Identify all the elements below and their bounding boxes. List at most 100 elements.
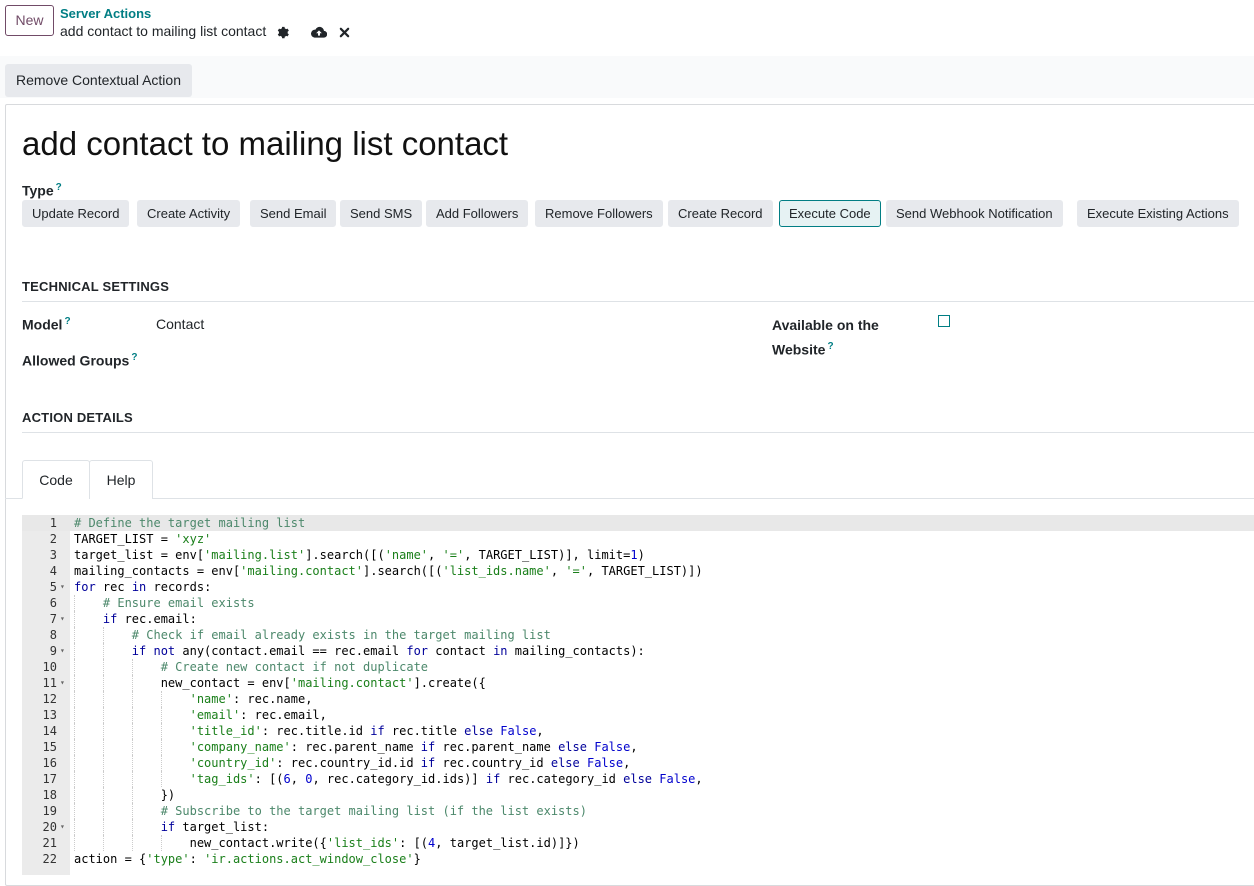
allowed-groups-label: Allowed Groups? bbox=[22, 352, 137, 369]
code-line[interactable]: 7 ▾ if rec.email: bbox=[22, 611, 1254, 627]
record-title[interactable]: add contact to mailing list contact bbox=[22, 125, 508, 163]
type-send-webhook[interactable]: Send Webhook Notification bbox=[886, 200, 1063, 227]
code-line[interactable]: 16 'country_id': rec.country_id.id if re… bbox=[22, 755, 1254, 771]
type-send-email[interactable]: Send Email bbox=[250, 200, 337, 227]
gear-icon[interactable] bbox=[276, 26, 289, 39]
type-remove-followers[interactable]: Remove Followers bbox=[535, 200, 663, 227]
indent-guide bbox=[160, 691, 162, 707]
line-number: 5 bbox=[49, 580, 57, 594]
line-number: 19 bbox=[42, 804, 57, 818]
line-number: 3 bbox=[49, 548, 57, 562]
indent-guide bbox=[74, 787, 75, 803]
code-text: if not any(contact.email == rec.email fo… bbox=[131, 644, 645, 658]
allowed-groups-help-icon[interactable]: ? bbox=[131, 352, 137, 363]
website-label: Available on the Website? bbox=[772, 315, 879, 361]
code-line[interactable]: 20 ▾ if target_list: bbox=[22, 819, 1254, 835]
allowed-groups-label-text: Allowed Groups bbox=[22, 352, 130, 369]
indent-guide bbox=[131, 803, 133, 819]
indent-guide bbox=[131, 771, 133, 787]
code-text: # Subscribe to the target mailing list (… bbox=[160, 804, 587, 818]
line-number: 8 bbox=[49, 628, 57, 642]
indent-guide bbox=[131, 787, 133, 803]
indent-guide bbox=[131, 675, 133, 691]
code-line[interactable]: 2 TARGET_LIST = 'xyz' bbox=[22, 531, 1254, 547]
model-value[interactable]: Contact bbox=[156, 316, 204, 332]
code-line[interactable]: 5 ▾ for rec in records: bbox=[22, 579, 1254, 595]
line-number: 22 bbox=[42, 852, 57, 866]
fold-toggle-icon[interactable]: ▾ bbox=[60, 611, 65, 627]
fold-toggle-icon[interactable]: ▾ bbox=[60, 643, 65, 659]
tab-code[interactable]: Code bbox=[22, 460, 90, 499]
indent-guide bbox=[74, 643, 75, 659]
type-help-icon[interactable]: ? bbox=[56, 182, 62, 193]
fold-toggle-icon[interactable]: ▾ bbox=[60, 819, 65, 835]
indent-guide bbox=[74, 659, 75, 675]
code-text: # Check if email already exists in the t… bbox=[131, 628, 551, 642]
type-update-record[interactable]: Update Record bbox=[22, 200, 130, 227]
type-create-record[interactable]: Create Record bbox=[668, 200, 773, 227]
type-create-activity[interactable]: Create Activity bbox=[137, 200, 241, 227]
code-text: 'name': rec.name, bbox=[189, 692, 313, 706]
line-number: 13 bbox=[42, 708, 57, 722]
indent-guide bbox=[102, 675, 104, 691]
code-line[interactable]: 17 'tag_ids': [(6, 0, rec.category_id.id… bbox=[22, 771, 1254, 787]
code-text: # Ensure email exists bbox=[102, 596, 255, 610]
type-add-followers[interactable]: Add Followers bbox=[426, 200, 529, 227]
code-line[interactable]: 13 'email': rec.email, bbox=[22, 707, 1254, 723]
code-line[interactable]: 11 ▾ new_contact = env['mailing.contact']… bbox=[22, 675, 1254, 691]
code-text: target_list = env['mailing.list'].search… bbox=[74, 548, 645, 562]
type-execute-code[interactable]: Execute Code bbox=[779, 200, 881, 227]
code-text: 'country_id': rec.country_id.id if rec.c… bbox=[189, 756, 631, 770]
type-execute-existing[interactable]: Execute Existing Actions bbox=[1077, 200, 1239, 227]
action-details-heading: ACTION DETAILS bbox=[22, 410, 1254, 433]
tabs-divider bbox=[5, 498, 1254, 499]
cloud-upload-icon[interactable] bbox=[311, 26, 328, 38]
model-label-text: Model bbox=[22, 316, 63, 333]
code-line[interactable]: 6 # Ensure email exists bbox=[22, 595, 1254, 611]
indent-guide bbox=[74, 707, 75, 723]
fold-toggle-icon[interactable]: ▾ bbox=[60, 675, 65, 691]
code-line[interactable]: 12 'name': rec.name, bbox=[22, 691, 1254, 707]
remove-contextual-action-button[interactable]: Remove Contextual Action bbox=[5, 64, 192, 97]
code-text: }) bbox=[74, 788, 176, 802]
breadcrumb-server-actions[interactable]: Server Actions bbox=[60, 6, 151, 21]
new-button[interactable]: New bbox=[5, 5, 54, 36]
code-line[interactable]: 3 target_list = env['mailing.list'].searc… bbox=[22, 547, 1254, 563]
line-number: 10 bbox=[42, 660, 57, 674]
type-send-sms[interactable]: Send SMS bbox=[340, 200, 423, 227]
line-number: 17 bbox=[42, 772, 57, 786]
code-editor[interactable]: 1 # Define the target mailing list 2 TARGET… bbox=[22, 515, 1254, 875]
line-number: 9 bbox=[49, 644, 57, 658]
code-line[interactable]: 1 # Define the target mailing list bbox=[22, 515, 1254, 531]
code-line[interactable]: 4 mailing_contacts = env['mailing.contact… bbox=[22, 563, 1254, 579]
code-text: 'email': rec.email, bbox=[189, 708, 327, 722]
website-checkbox[interactable] bbox=[938, 315, 950, 327]
close-icon[interactable] bbox=[339, 27, 350, 38]
indent-guide bbox=[131, 835, 133, 851]
indent-guide bbox=[160, 771, 162, 787]
tab-help[interactable]: Help bbox=[89, 460, 153, 499]
indent-guide bbox=[74, 755, 75, 771]
website-help-icon[interactable]: ? bbox=[827, 341, 833, 352]
code-line[interactable]: 14 'title_id': rec.title.id if rec.title… bbox=[22, 723, 1254, 739]
code-line[interactable]: 9 ▾ if not any(contact.email == rec.email… bbox=[22, 643, 1254, 659]
code-line[interactable]: 22 action = {'type': 'ir.actions.act_wind… bbox=[22, 851, 1254, 867]
indent-guide bbox=[74, 771, 75, 787]
code-line[interactable]: 10 # Create new contact if not duplicate bbox=[22, 659, 1254, 675]
code-text: 'company_name': rec.parent_name if rec.p… bbox=[189, 740, 638, 754]
record-name: add contact to mailing list contact bbox=[60, 23, 267, 39]
model-help-icon[interactable]: ? bbox=[64, 316, 70, 327]
allowed-groups-field[interactable] bbox=[156, 346, 716, 370]
line-number: 18 bbox=[42, 788, 57, 802]
website-label-line1: Available on the bbox=[772, 317, 879, 333]
code-line[interactable]: 19 # Subscribe to the target mailing lis… bbox=[22, 803, 1254, 819]
indent-guide bbox=[74, 803, 75, 819]
type-label: Type? bbox=[22, 182, 62, 199]
fold-toggle-icon[interactable]: ▾ bbox=[60, 579, 65, 595]
indent-guide bbox=[102, 835, 104, 851]
line-number: 21 bbox=[42, 836, 57, 850]
code-line[interactable]: 15 'company_name': rec.parent_name if re… bbox=[22, 739, 1254, 755]
code-line[interactable]: 21 new_contact.write({'list_ids': [(4, t… bbox=[22, 835, 1254, 851]
code-line[interactable]: 18 }) bbox=[22, 787, 1254, 803]
code-line[interactable]: 8 # Check if email already exists in the… bbox=[22, 627, 1254, 643]
